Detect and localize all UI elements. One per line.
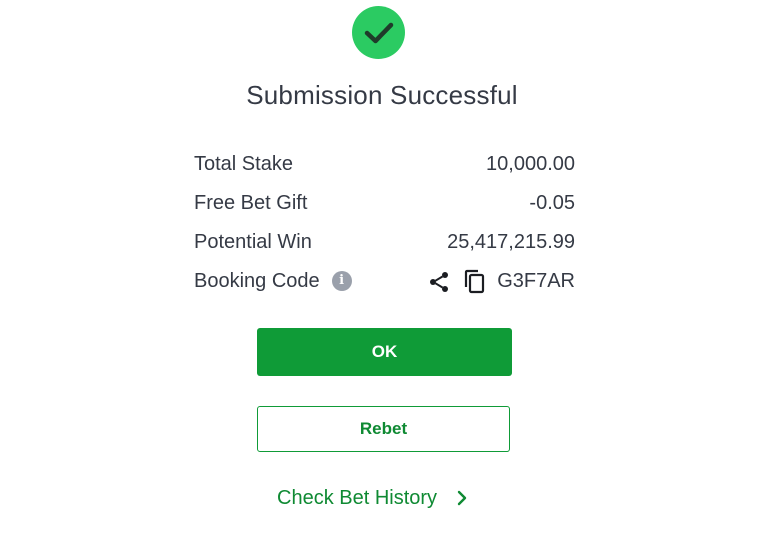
page-title: Submission Successful bbox=[246, 80, 518, 110]
summary-label: Total Stake bbox=[194, 153, 293, 175]
summary-row-potential-win: Potential Win 25,417,215.99 bbox=[194, 223, 575, 262]
booking-code-label: Booking Code bbox=[194, 270, 320, 292]
summary-row-total-stake: Total Stake 10,000.00 bbox=[194, 145, 575, 184]
booking-code-group: G3F7AR bbox=[426, 269, 575, 295]
success-check-icon bbox=[352, 6, 405, 59]
summary-row-free-bet-gift: Free Bet Gift -0.05 bbox=[194, 184, 575, 223]
chevron-right-icon bbox=[455, 490, 469, 506]
share-icon[interactable] bbox=[426, 269, 452, 295]
summary-label: Free Bet Gift bbox=[194, 192, 308, 214]
bet-summary: Total Stake 10,000.00 Free Bet Gift -0.0… bbox=[194, 145, 575, 301]
summary-label: Potential Win bbox=[194, 231, 312, 253]
copy-icon[interactable] bbox=[461, 269, 487, 295]
ok-button[interactable]: OK bbox=[257, 328, 512, 376]
check-bet-history-label: Check Bet History bbox=[277, 486, 438, 509]
summary-value: 10,000.00 bbox=[486, 153, 575, 175]
summary-row-booking-code: Booking Code i G3F7AR bbox=[194, 262, 575, 301]
info-icon[interactable]: i bbox=[331, 270, 352, 291]
booking-code-label-group: Booking Code i bbox=[194, 270, 352, 293]
booking-code-value: G3F7AR bbox=[497, 270, 575, 292]
summary-value: 25,417,215.99 bbox=[447, 231, 575, 253]
check-bet-history-link[interactable]: Check Bet History bbox=[277, 484, 469, 512]
rebet-button[interactable]: Rebet bbox=[257, 406, 510, 452]
summary-value: -0.05 bbox=[529, 192, 575, 214]
checkmark-icon bbox=[364, 22, 393, 43]
